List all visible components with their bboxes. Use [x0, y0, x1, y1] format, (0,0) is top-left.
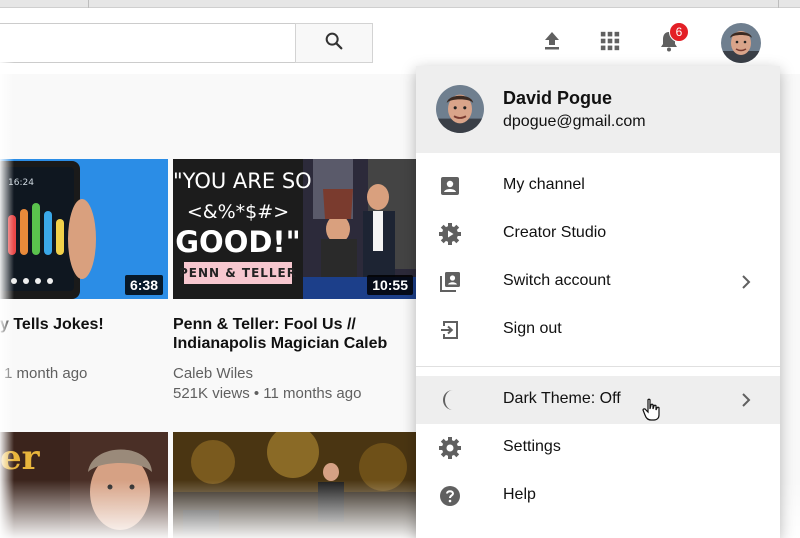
- account-avatar-button[interactable]: [721, 23, 761, 63]
- video-thumbnail[interactable]: "YOU ARE SO <&%*$#> GOOD!" PENN & TELLER…: [173, 159, 418, 299]
- menu-item-label: Help: [503, 486, 536, 503]
- video-thumbnail[interactable]: 16:24 6:38: [0, 159, 168, 299]
- video-thumbnail[interactable]: [173, 432, 418, 538]
- menu-item-label: Settings: [503, 438, 561, 455]
- thumbnail-image: [173, 432, 418, 538]
- upload-button[interactable]: [537, 28, 567, 58]
- upload-icon: [540, 29, 564, 58]
- masthead: 6: [0, 8, 800, 74]
- video-duration: 10:55: [367, 275, 413, 295]
- moon-icon: [438, 388, 462, 412]
- video-duration: 6:38: [124, 275, 163, 295]
- account-menu: David Pogue dpogue@gmail.com My channel …: [416, 66, 780, 538]
- menu-item-label: Creator Studio: [503, 224, 607, 241]
- menu-item-dark-theme[interactable]: Dark Theme: Off: [416, 376, 780, 424]
- thumbnail-tag: PENN & TELLER: [178, 266, 297, 280]
- thumbnail-text: er: [0, 438, 40, 478]
- sign-out-icon: [438, 318, 462, 342]
- menu-item-label: Switch account: [503, 272, 611, 289]
- menu-divider: [416, 366, 780, 367]
- video-thumbnail[interactable]: er: [0, 432, 168, 538]
- notifications-button[interactable]: 6: [654, 22, 689, 58]
- account-menu-header: David Pogue dpogue@gmail.com: [416, 66, 780, 153]
- video-title[interactable]: y Tells Jokes!: [0, 314, 104, 335]
- gear-play-icon: [438, 222, 462, 246]
- apps-icon: [599, 30, 621, 57]
- person-box-icon: [438, 174, 462, 198]
- menu-item-switch-account[interactable]: Switch account: [416, 258, 780, 306]
- menu-avatar: [436, 85, 484, 133]
- menu-item-help[interactable]: Help: [416, 472, 780, 520]
- user-name: David Pogue: [503, 88, 613, 108]
- menu-item-settings[interactable]: Settings: [416, 424, 780, 472]
- browser-top-strip: [0, 0, 800, 8]
- video-title-line[interactable]: Indianapolis Magician Caleb: [173, 333, 387, 354]
- switch-account-icon: [438, 270, 462, 294]
- tab-divider: [778, 0, 779, 8]
- search-icon: [323, 30, 345, 57]
- thumbnail-quote-line: GOOD!": [175, 225, 301, 259]
- gear-icon: [438, 436, 462, 460]
- video-title-line[interactable]: Penn & Teller: Fool Us //: [173, 314, 356, 335]
- video-channel[interactable]: Caleb Wiles: [173, 363, 253, 384]
- help-icon: [438, 484, 462, 508]
- thumbnail-quote-line: <&%*$#>: [186, 201, 290, 223]
- search-input[interactable]: [0, 23, 296, 63]
- menu-item-creator-studio[interactable]: Creator Studio: [416, 210, 780, 258]
- apps-button[interactable]: [595, 28, 625, 58]
- chevron-right-icon: [736, 272, 756, 292]
- menu-item-label: Sign out: [503, 320, 562, 337]
- menu-item-label: Dark Theme: Off: [503, 390, 621, 407]
- menu-item-sign-out[interactable]: Sign out: [416, 306, 780, 354]
- video-meta: 1 month ago: [4, 365, 88, 382]
- search-button[interactable]: [295, 23, 373, 63]
- chevron-right-icon: [736, 390, 756, 410]
- menu-item-my-channel[interactable]: My channel: [416, 162, 780, 210]
- menu-item-label: My channel: [503, 176, 585, 193]
- user-email: dpogue@gmail.com: [503, 113, 646, 130]
- notification-badge: 6: [669, 22, 689, 42]
- video-views: 521K views • 11 months ago: [173, 385, 362, 402]
- tab-divider: [88, 0, 89, 8]
- thumbnail-quote-line: "YOU ARE SO: [173, 169, 312, 193]
- hand-pointer-icon: [642, 398, 662, 422]
- svg-text:16:24: 16:24: [8, 178, 34, 188]
